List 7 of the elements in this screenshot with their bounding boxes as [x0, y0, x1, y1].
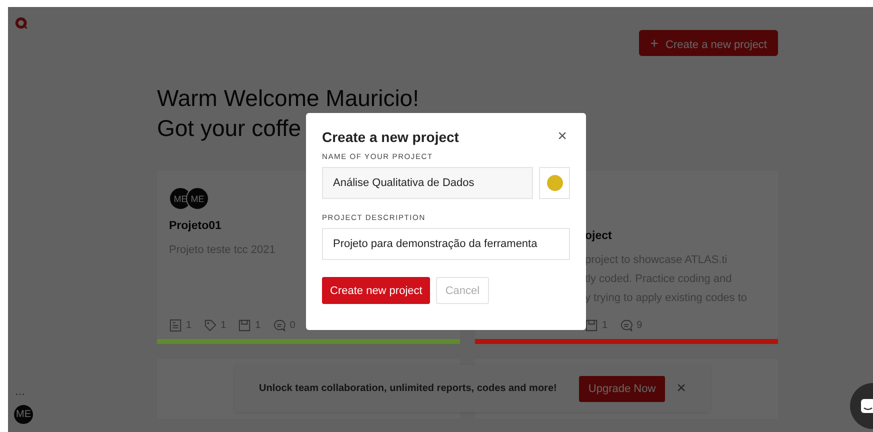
- welcome-heading: Warm Welcome Mauricio!: [157, 84, 419, 113]
- dialog-title: Create a new project: [322, 129, 459, 145]
- project-title: oject: [585, 230, 613, 242]
- project-title: Projeto01: [169, 220, 222, 232]
- banner-message: Unlock team collaboration, unlimited reports, codes and more!: [259, 383, 558, 394]
- welcome-heading: Got your coffe: [157, 114, 302, 143]
- member-avatar: ME: [186, 187, 209, 210]
